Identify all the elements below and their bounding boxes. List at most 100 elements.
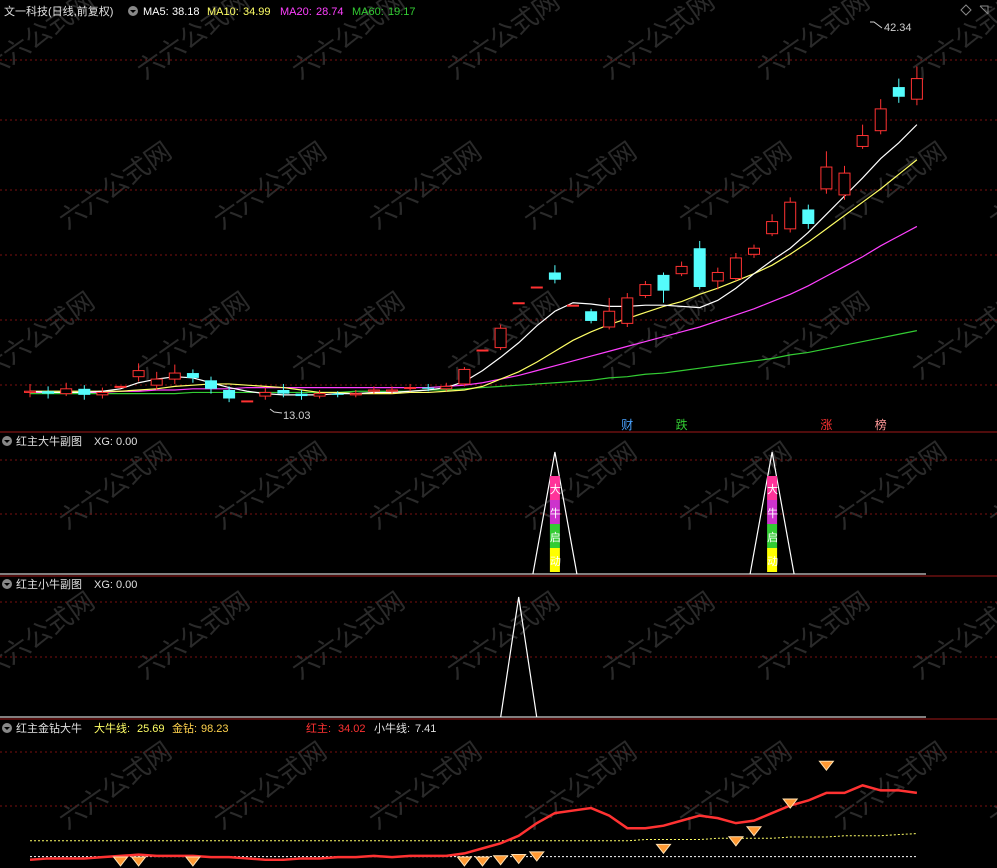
spike-char: 大 [550, 482, 561, 496]
candle [603, 297, 616, 330]
candle [585, 308, 598, 324]
candle-body [24, 390, 36, 393]
diamond-toggle-icon[interactable] [960, 4, 972, 16]
diamond-icon [727, 836, 744, 847]
daniu-line [30, 833, 917, 842]
candle-body [96, 391, 109, 396]
watermark-text: 六六公式网 [287, 287, 411, 386]
watermark-text: 六六公式网 [752, 0, 876, 86]
candle [621, 293, 634, 327]
stock-chart[interactable]: 六六公式网 六六公式网 六六公式网 六六公式网 六六公式网 六六公式网 六六公式网六六公式网… [0, 0, 997, 868]
daniu-value: 25.69 [137, 723, 165, 735]
diamond-icon [130, 856, 147, 867]
candle [639, 280, 652, 298]
candle [802, 204, 815, 229]
hongzhu-line [29, 784, 918, 861]
ma10-label: MA10: [207, 6, 239, 18]
candle [96, 387, 109, 399]
watermark-layer: 六六公式网 六六公式网 六六公式网 六六公式网 六六公式网 六六公式网 六六公式网六六公式网… [0, 0, 997, 836]
candle-body [766, 221, 779, 235]
candle [567, 304, 579, 307]
candle [838, 165, 851, 200]
candle [494, 324, 507, 351]
candle-body [277, 390, 290, 394]
candle-body [802, 209, 815, 224]
candle [42, 386, 55, 399]
ma5-label: MA5: [143, 6, 169, 18]
candle-body [349, 393, 362, 396]
candle [186, 369, 199, 383]
candle-body [675, 265, 688, 275]
watermark-text: 六六公式网 [209, 137, 333, 236]
candle-body [132, 370, 145, 378]
watermark-text: 六六公式网 [907, 0, 997, 86]
panel2-title: 红主大牛副图 [16, 434, 82, 448]
candle [295, 390, 308, 400]
candle-body [512, 302, 525, 305]
candle-body [567, 304, 579, 307]
low-price-label: 13.03 [283, 410, 311, 422]
candle-body [693, 248, 706, 288]
diamond-icon [818, 760, 835, 772]
candle-body [42, 391, 55, 394]
ma10-value: 34.99 [243, 6, 271, 18]
watermark-text: 六六公式网 [984, 737, 997, 836]
watermark-text: 六六公式网 [209, 737, 333, 836]
ma20-label: MA20: [280, 6, 312, 18]
candle [784, 197, 797, 233]
jinzuan-label: 金钻: [172, 721, 197, 735]
watermark-text: 六六公式网 [364, 737, 488, 836]
candle-body [205, 380, 217, 389]
watermark-text: 六六公式网 [0, 287, 101, 386]
candle [820, 151, 833, 194]
candle-body [530, 286, 543, 289]
xiaoniu-label: 小牛线: [374, 721, 410, 735]
spike-char: 动 [767, 555, 778, 568]
candle-body [114, 385, 127, 388]
candle [892, 78, 905, 103]
ma60-label: MA60: [352, 6, 384, 18]
daniu-label: 大牛线: [94, 721, 130, 735]
candle-body [223, 390, 236, 399]
watermark-text: 六六公式网 [984, 437, 997, 536]
watermark-text: 六六公式网 [132, 587, 256, 686]
diamond-icon [510, 853, 527, 865]
candle-body [476, 349, 489, 352]
diamond-icon [456, 856, 473, 867]
candle-body [711, 271, 724, 282]
panel4-title: 红主金钻大牛 [16, 721, 82, 735]
candle-body [621, 297, 634, 324]
candle [693, 240, 706, 290]
watermark-text: 六六公式网 [597, 287, 721, 386]
candle-body [60, 388, 73, 395]
high-price-pointer [870, 21, 883, 29]
event-tag: 跌 [676, 417, 688, 432]
candle-body [440, 385, 453, 390]
event-tags: 财跌涨榜 [621, 417, 886, 432]
watermark-text: 六六公式网 [752, 587, 876, 686]
candle [766, 214, 779, 237]
candle-body [784, 201, 797, 230]
candle-body [404, 387, 417, 390]
watermark-text: 六六公式网 [442, 587, 566, 686]
candle [856, 124, 869, 149]
watermark-text: 六六公式网 [674, 737, 798, 836]
watermark-text: 六六公式网 [984, 137, 997, 236]
candle-body [241, 400, 254, 403]
candle-body [910, 78, 923, 100]
candle-body [367, 389, 380, 392]
candle [24, 383, 36, 398]
panel2-xg-label: XG: [94, 436, 113, 448]
candle-body [458, 368, 471, 385]
panel3-xg-value: 0.00 [116, 579, 137, 591]
event-tag: 榜 [875, 417, 887, 432]
watermark-text: 六六公式网 [54, 437, 178, 536]
candle-body [168, 372, 181, 380]
watermark-text: 六六公式网 [519, 137, 643, 236]
candle [313, 390, 326, 399]
candle [548, 265, 561, 284]
high-price-label: 42.34 [884, 22, 912, 34]
candle [530, 286, 543, 289]
diamond-icon [655, 843, 672, 855]
candle-body [186, 373, 199, 378]
